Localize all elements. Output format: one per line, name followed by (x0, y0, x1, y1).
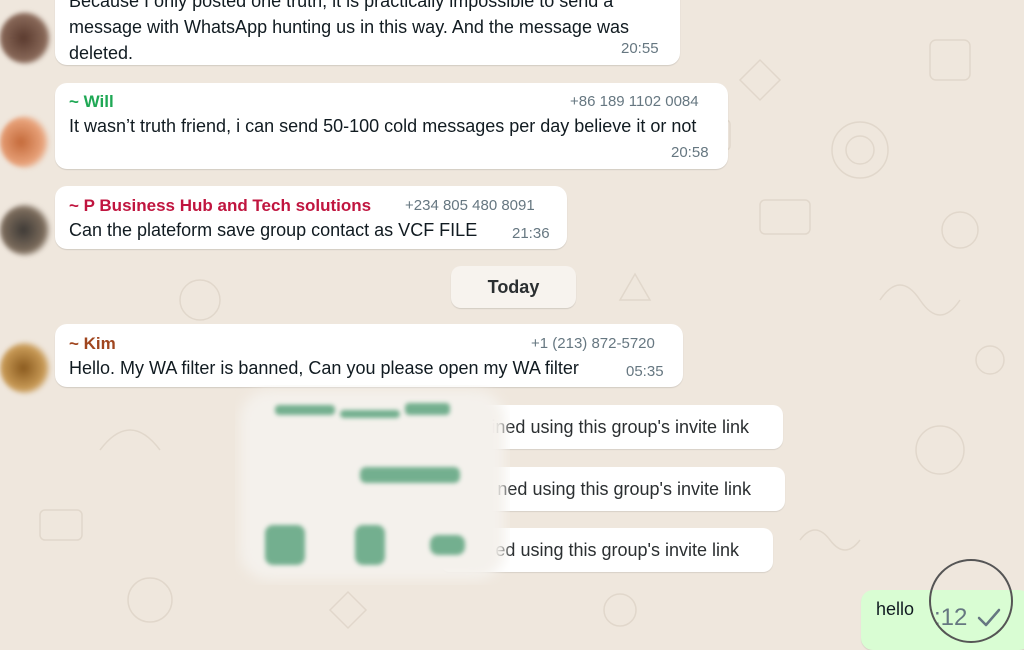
message-text: Because I only posted one truth, it is p… (69, 0, 629, 63)
avatar[interactable] (0, 342, 52, 394)
sender-phone: +1 (213) 872-5720 (531, 335, 655, 352)
sender-name[interactable]: ~ P Business Hub and Tech solutions (69, 196, 371, 216)
message-time: 21:36 (512, 225, 550, 242)
message-time: 20:58 (671, 144, 709, 161)
date-divider: Today (451, 266, 576, 308)
message-time: 05:35 (626, 363, 664, 380)
highlight-circle (929, 559, 1013, 643)
avatar[interactable] (0, 12, 52, 64)
sender-name[interactable]: ~ Kim (69, 334, 116, 354)
message-time: 20:55 (621, 40, 659, 57)
system-notice: ined using this group's invite link (440, 405, 783, 449)
message-text: It wasn’t truth friend, i can send 50-10… (69, 116, 697, 136)
system-notice: ed using this group's invite link (440, 528, 773, 572)
sender-name[interactable]: ~ Will (69, 92, 114, 112)
sender-phone: +86 189 1102 0084 (570, 93, 699, 110)
message-text: Can the plateform save group contact as … (69, 220, 478, 240)
message-text: Hello. My WA filter is banned, Can you p… (69, 358, 579, 378)
avatar[interactable] (0, 116, 52, 168)
outgoing-text: hello (876, 599, 915, 619)
avatar[interactable] (0, 204, 52, 256)
system-notice: ned using this group's invite link (440, 467, 785, 511)
sender-phone: +234 805 480 8091 (405, 197, 535, 214)
